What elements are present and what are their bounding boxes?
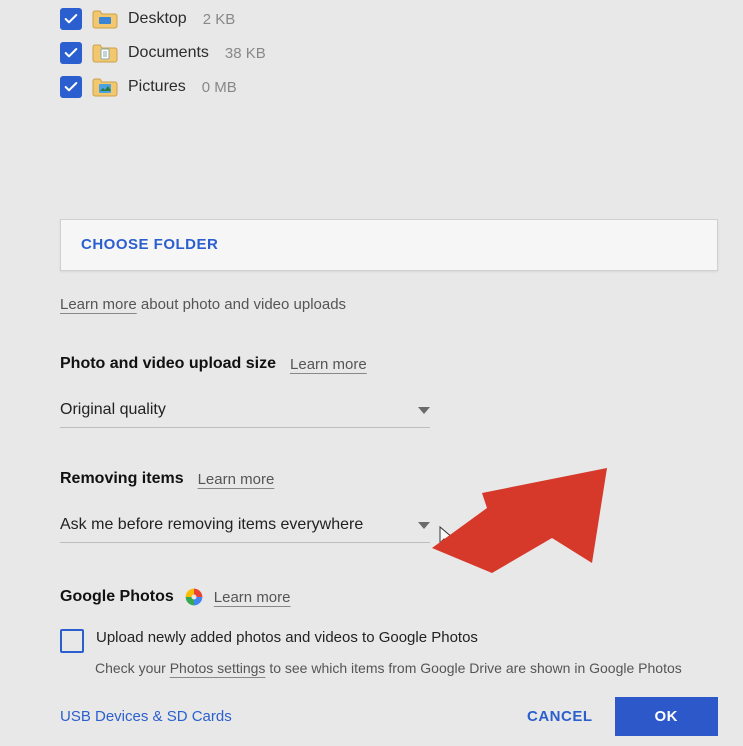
- folder-size: 38 KB: [225, 45, 266, 62]
- upload-desc: Learn more about photo and video uploads: [60, 296, 718, 313]
- removing-select[interactable]: Ask me before removing items everywhere: [60, 508, 430, 543]
- chevron-down-icon: [418, 522, 430, 529]
- cursor-icon: [438, 525, 456, 552]
- gphotos-sub-desc: Check your Photos settings to see which …: [95, 659, 718, 679]
- folder-icon-documents: [92, 42, 118, 64]
- upload-desc-text: about photo and video uploads: [137, 296, 346, 313]
- folder-name: Documents: [128, 44, 209, 62]
- folder-name: Desktop: [128, 10, 187, 28]
- upload-size-title-row: Photo and video upload size Learn more: [60, 355, 718, 373]
- checkbox-documents[interactable]: [60, 42, 82, 64]
- gphotos-sub-pre: Check your: [95, 660, 170, 676]
- choose-folder-button[interactable]: CHOOSE FOLDER: [81, 236, 218, 253]
- folder-icon-desktop: [92, 8, 118, 30]
- google-photos-icon: [184, 587, 204, 607]
- folder-size: 0 MB: [202, 79, 237, 96]
- folder-row-pictures: Pictures 0 MB: [60, 70, 718, 104]
- checkbox-pictures[interactable]: [60, 76, 82, 98]
- learn-more-link-upload-size[interactable]: Learn more: [290, 356, 367, 373]
- photos-settings-link[interactable]: Photos settings: [170, 660, 266, 676]
- upload-size-value: Original quality: [60, 401, 166, 419]
- folder-row-documents: Documents 38 KB: [60, 36, 718, 70]
- learn-more-link-gphotos[interactable]: Learn more: [214, 589, 291, 606]
- folder-row-desktop: Desktop 2 KB: [60, 2, 718, 36]
- upload-size-title: Photo and video upload size: [60, 355, 276, 373]
- removing-value: Ask me before removing items everywhere: [60, 516, 363, 534]
- gphotos-sub-post: to see which items from Google Drive are…: [265, 660, 681, 676]
- google-photos-title-row: Google Photos Learn more: [60, 587, 718, 607]
- gphotos-upload-checkbox[interactable]: [60, 629, 84, 653]
- chevron-down-icon: [418, 407, 430, 414]
- learn-more-link-removing[interactable]: Learn more: [198, 471, 275, 488]
- cancel-button[interactable]: CANCEL: [527, 708, 593, 725]
- google-photos-title: Google Photos: [60, 588, 174, 606]
- removing-title: Removing items: [60, 470, 184, 488]
- removing-title-row: Removing items Learn more: [60, 470, 718, 488]
- checkbox-desktop[interactable]: [60, 8, 82, 30]
- gphotos-upload-row: Upload newly added photos and videos to …: [60, 629, 718, 653]
- usb-sd-link[interactable]: USB Devices & SD Cards: [60, 708, 232, 725]
- folder-size: 2 KB: [203, 11, 236, 28]
- folder-icon-pictures: [92, 76, 118, 98]
- gphotos-upload-label: Upload newly added photos and videos to …: [96, 629, 478, 646]
- ok-button[interactable]: OK: [615, 697, 719, 736]
- upload-size-select[interactable]: Original quality: [60, 393, 430, 428]
- folder-name: Pictures: [128, 78, 186, 96]
- choose-folder-card: CHOOSE FOLDER: [60, 219, 718, 271]
- learn-more-link-uploads[interactable]: Learn more: [60, 296, 137, 313]
